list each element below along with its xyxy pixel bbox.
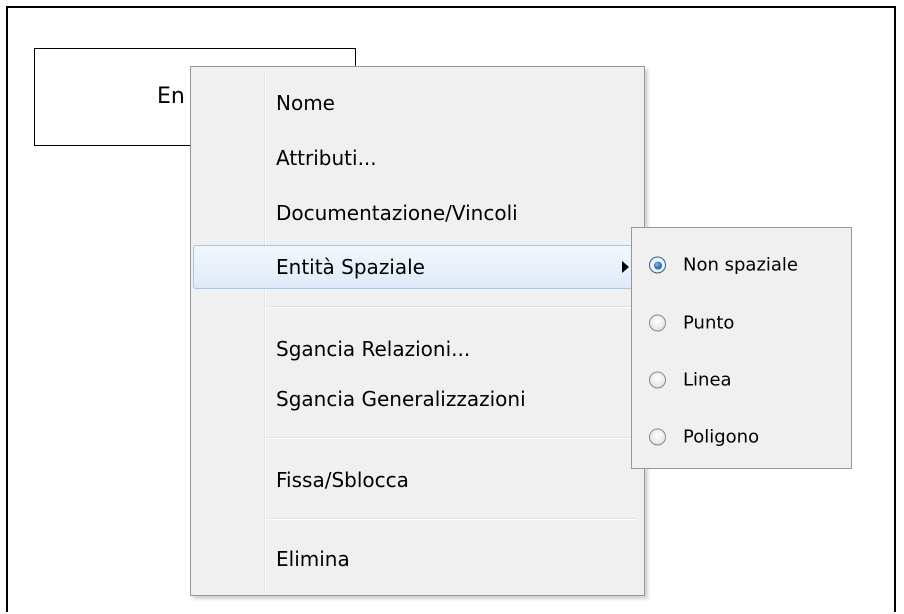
menu-item-elimina[interactable]: Elimina: [193, 537, 642, 581]
radio-unchecked-icon[interactable]: [649, 314, 666, 332]
context-menu: Nome Attributi... Documentazione/Vincoli…: [190, 66, 645, 596]
spatial-submenu: Non spaziale Punto Linea Poligono: [631, 227, 852, 469]
menu-item-sgancia-relazioni[interactable]: Sgancia Relazioni...: [193, 327, 642, 371]
radio-option-label: Poligono: [683, 426, 760, 448]
menu-item-label: Sgancia Relazioni...: [276, 337, 471, 361]
menu-item-attributi[interactable]: Attributi...: [193, 136, 642, 180]
menu-item-label: Sgancia Generalizzazioni: [276, 387, 526, 411]
menu-item-documentazione-vincoli[interactable]: Documentazione/Vincoli: [193, 191, 642, 235]
radio-option-label: Linea: [683, 369, 732, 391]
menu-separator: [266, 306, 636, 308]
radio-option-punto[interactable]: Punto: [632, 303, 851, 343]
menu-item-label: Documentazione/Vincoli: [276, 201, 518, 225]
radio-option-poligono[interactable]: Poligono: [632, 417, 851, 457]
menu-separator: [266, 437, 636, 439]
menu-item-label: Entità Spaziale: [276, 255, 425, 279]
menu-item-nome[interactable]: Nome: [193, 81, 642, 125]
radio-option-linea[interactable]: Linea: [632, 360, 851, 400]
radio-unchecked-icon[interactable]: [649, 428, 666, 446]
menu-item-fissa-sblocca[interactable]: Fissa/Sblocca: [193, 458, 642, 502]
menu-item-label: Attributi...: [276, 146, 377, 170]
radio-checked-icon[interactable]: [649, 256, 666, 274]
radio-option-non-spaziale[interactable]: Non spaziale: [632, 245, 851, 285]
entity-label: En: [157, 84, 185, 109]
submenu-arrow-icon: [622, 261, 629, 273]
menu-item-label: Fissa/Sblocca: [276, 468, 409, 492]
menu-item-label: Elimina: [276, 547, 350, 571]
radio-option-label: Punto: [683, 312, 735, 334]
menu-item-label: Nome: [276, 91, 335, 115]
menu-separator: [266, 518, 636, 520]
menu-item-entita-spaziale[interactable]: Entità Spaziale: [193, 245, 642, 289]
radio-unchecked-icon[interactable]: [649, 371, 666, 389]
radio-option-label: Non spaziale: [683, 254, 798, 276]
menu-item-sgancia-generalizzazioni[interactable]: Sgancia Generalizzazioni: [193, 377, 642, 421]
